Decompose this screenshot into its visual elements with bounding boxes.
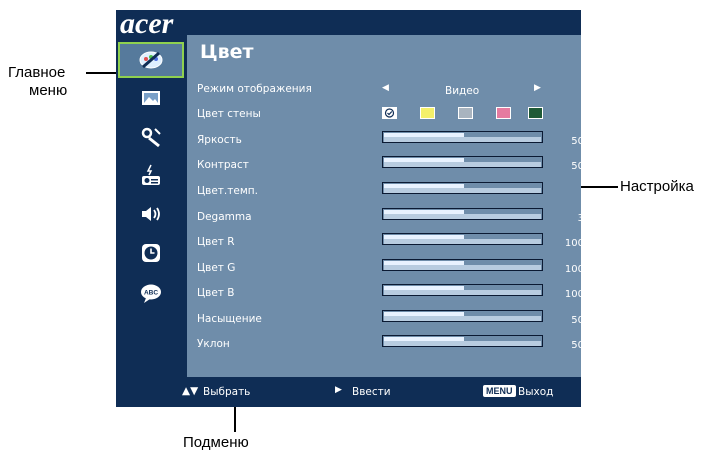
row-label-display-mode: Режим отображения (197, 83, 312, 95)
settings-wrench-icon (141, 127, 161, 148)
value-contrast: 50 (571, 161, 584, 172)
projector-icon (142, 164, 160, 185)
value-brightness: 50 (571, 136, 584, 147)
menu-key-badge[interactable]: MENU (483, 385, 516, 397)
osd-panel: acer ABC Цвет Режим отображения ◀ Видео … (116, 7, 584, 407)
slider-degamma[interactable] (382, 208, 543, 220)
color-submenu: Цвет Режим отображения ◀ Видео ▶ Цвет ст… (187, 35, 584, 377)
value-saturation: 50 (571, 315, 584, 326)
color-icon (139, 51, 163, 69)
slider-color-temp[interactable] (382, 182, 543, 194)
main-menu-callout-line2: меню (29, 82, 68, 99)
row-label-contrast: Контраст (197, 159, 249, 171)
slider-saturation[interactable] (382, 310, 543, 322)
value-color-g: 100 (564, 264, 584, 275)
settings-callout: Настройка (620, 178, 694, 195)
slider-color-b[interactable] (382, 284, 543, 296)
wall-color-swatch-gray[interactable] (458, 107, 473, 119)
row-label-color-r: Цвет R (197, 236, 235, 248)
clock-icon (142, 244, 160, 262)
sidebar-item-timer[interactable] (118, 235, 184, 271)
value-tint: 50 (571, 340, 584, 351)
main-menu-callout-line1: Главное (8, 64, 66, 81)
row-label-color-b: Цвет B (197, 287, 235, 299)
page-title: Цвет (200, 41, 254, 63)
mode-value: Видео (445, 85, 480, 97)
row-label-wall-color: Цвет стены (197, 108, 261, 120)
row-label-degamma: Degamma (197, 211, 252, 223)
check-icon (384, 108, 395, 118)
image-icon (142, 91, 160, 105)
row-label-saturation: Насыщение (197, 313, 262, 325)
select-hint-arrows-icon: ▲▼ (182, 385, 199, 397)
submenu-callout: Подменю (183, 434, 249, 451)
slider-color-r[interactable] (382, 233, 543, 245)
osd-footer: ▲▼ Выбрать ▶ Ввести MENU Выход (182, 377, 581, 407)
mode-prev-arrow[interactable]: ◀ (382, 82, 389, 93)
slider-brightness[interactable] (382, 131, 543, 143)
sidebar-item-color[interactable] (118, 42, 184, 78)
row-label-color-temp: Цвет.темп. (197, 185, 258, 197)
wall-color-swatch-yellow[interactable] (420, 107, 435, 119)
slider-contrast[interactable] (382, 156, 543, 168)
mode-next-arrow[interactable]: ▶ (534, 82, 541, 93)
value-color-b: 100 (564, 289, 584, 300)
sidebar-item-image[interactable] (118, 80, 184, 116)
sidebar-item-language[interactable]: ABC (118, 275, 184, 311)
row-label-color-g: Цвет G (197, 262, 236, 274)
value-degamma: 3 (577, 213, 584, 224)
svg-text:ABC: ABC (144, 290, 158, 297)
sidebar-item-audio[interactable] (118, 196, 184, 232)
main-menu-sidebar: ABC (116, 35, 187, 375)
row-label-tint: Уклон (197, 338, 230, 350)
sidebar-item-settings[interactable] (118, 119, 184, 155)
wall-color-swatch-green[interactable] (528, 107, 543, 119)
value-color-r: 100 (564, 238, 584, 249)
wall-color-swatch-white[interactable] (382, 107, 397, 119)
exit-hint: Выход (518, 386, 554, 398)
slider-color-g[interactable] (382, 259, 543, 271)
language-abc-icon: ABC (141, 284, 161, 303)
wall-color-swatch-pink[interactable] (496, 107, 511, 119)
main-menu-callout-line (86, 72, 120, 74)
row-label-brightness: Яркость (197, 134, 242, 146)
enter-hint-arrow-icon: ▶ (335, 385, 342, 395)
enter-hint: Ввести (352, 386, 391, 398)
speaker-icon (142, 207, 160, 221)
osd-header: acer (116, 7, 581, 40)
select-hint: Выбрать (203, 386, 251, 398)
sidebar-item-projector[interactable] (118, 158, 184, 194)
slider-tint[interactable] (382, 335, 543, 347)
